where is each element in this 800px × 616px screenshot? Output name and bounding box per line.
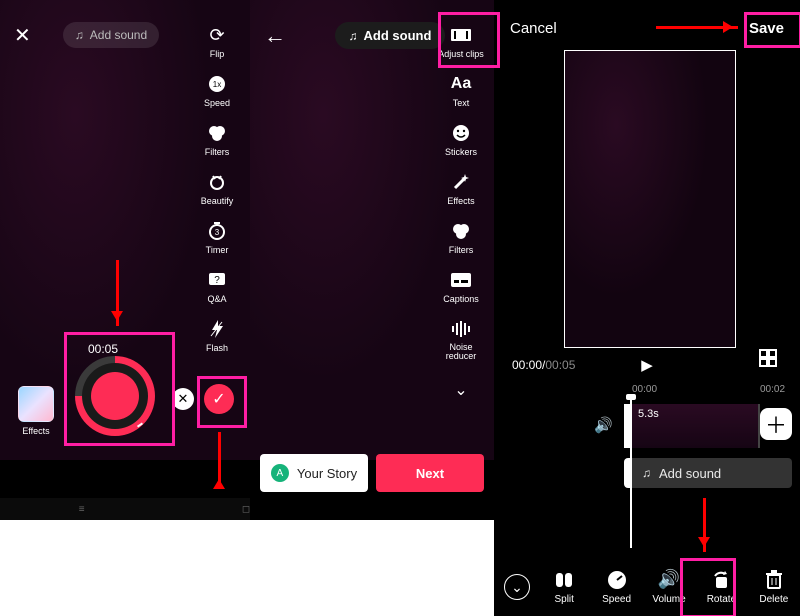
captions-tool[interactable]: Captions [443, 269, 479, 304]
flip-icon: ⟳ [206, 24, 228, 46]
editor-toolbar: ⌄ Split Speed 🔊Volume Rotate Delete [494, 558, 800, 616]
nav-home-icon[interactable]: ◻ [242, 504, 250, 515]
volume-icon[interactable]: 🔊 [594, 416, 613, 434]
stage: { "panel1": { "add_sound": "Add sound", … [0, 0, 800, 616]
svg-text:1x: 1x [213, 80, 221, 89]
add-sound-track[interactable]: ♫ Add sound [624, 458, 792, 488]
flip-tool[interactable]: ⟳Flip [206, 24, 228, 59]
qa-tool[interactable]: ?Q&A [206, 269, 228, 304]
annotation-arrow-to-rotate [703, 498, 706, 552]
playback-time: 00:00/00:05 [512, 358, 575, 372]
play-icon[interactable]: ▶ [641, 356, 653, 374]
cancel-button[interactable]: Cancel [510, 20, 557, 37]
music-note-icon: ♫ [642, 466, 651, 480]
bottom-actions: A Your Story Next [250, 454, 494, 492]
speed-button[interactable]: Speed [590, 570, 642, 605]
editor-header: Cancel Save [494, 20, 800, 37]
noise-reducer-icon [450, 318, 472, 340]
svg-text:3: 3 [215, 228, 220, 237]
flash-icon [206, 318, 228, 340]
discard-clip-button[interactable]: ✕ [172, 388, 194, 410]
effects-thumbnail [18, 386, 54, 422]
add-sound-label: Add sound [90, 28, 147, 42]
collapse-toolbar-icon[interactable]: ⌄ [504, 574, 530, 600]
beautify-tool[interactable]: Beautify [201, 171, 234, 206]
beautify-icon [206, 171, 228, 193]
record-timer: 00:05 [88, 342, 118, 356]
speed-icon: 1x [206, 73, 228, 95]
postrecord-screen: ← ♫ Add sound Adjust clips AaText Sticke… [250, 0, 494, 520]
edit-tools-column: Adjust clips AaText Stickers Effects Fil… [436, 24, 486, 400]
editor-preview [564, 50, 736, 348]
volume-icon: 🔊 [658, 570, 680, 590]
rotate-icon [711, 570, 731, 590]
nav-recents-icon[interactable]: ≡ [79, 504, 85, 515]
save-button[interactable]: Save [749, 20, 784, 37]
stickers-tool[interactable]: Stickers [445, 122, 477, 157]
stickers-icon [450, 122, 472, 144]
adjust-clips-icon [450, 24, 472, 46]
filters-icon [450, 220, 472, 242]
chevron-down-icon[interactable]: ⌄ [454, 380, 467, 400]
delete-button[interactable]: Delete [748, 570, 800, 605]
adjust-clips-tool[interactable]: Adjust clips [438, 24, 484, 59]
filters-icon [206, 122, 228, 144]
next-button[interactable]: Next [376, 454, 484, 492]
filters-tool[interactable]: Filters [205, 122, 230, 157]
add-sound-label: Add sound [659, 466, 721, 481]
avatar: A [271, 464, 289, 482]
timeline-ruler: 00:00 00:02 [494, 384, 800, 398]
add-sound-pill[interactable]: ♫ Add sound [63, 22, 159, 48]
volume-button[interactable]: 🔊Volume [643, 570, 695, 605]
add-clip-button[interactable]: ＋ [760, 408, 792, 440]
adjust-clips-screen: Cancel Save 00:00/00:05 ▶ 00:00 00:02 🔊 … [494, 0, 800, 616]
effects-tool[interactable]: Effects [447, 171, 474, 206]
add-sound-button[interactable]: ♫ Add sound [335, 22, 446, 49]
annotation-arrow-to-save [656, 26, 738, 29]
split-button[interactable]: Split [538, 570, 590, 605]
text-icon: Aa [450, 73, 472, 95]
text-tool[interactable]: AaText [450, 73, 472, 108]
your-story-button[interactable]: A Your Story [260, 454, 368, 492]
video-track[interactable]: 🔊 5.3s ＋ [494, 404, 800, 448]
timer-icon: 3 [206, 220, 228, 242]
record-button[interactable] [75, 356, 155, 436]
music-note-icon: ♫ [349, 29, 358, 43]
close-icon[interactable]: ✕ [14, 23, 31, 48]
record-dot [91, 372, 139, 420]
flash-tool[interactable]: Flash [206, 318, 228, 353]
music-note-icon: ♫ [75, 28, 84, 42]
fullscreen-icon[interactable] [768, 358, 782, 372]
captions-icon [450, 269, 472, 291]
confirm-clip-button[interactable]: ✓ [204, 384, 234, 414]
clip-duration: 5.3s [638, 408, 659, 420]
speed-tool[interactable]: 1xSpeed [204, 73, 230, 108]
filters-tool[interactable]: Filters [449, 220, 474, 255]
video-clip[interactable]: 5.3s [624, 404, 760, 448]
noise-reducer-tool[interactable]: Noise reducer [446, 318, 477, 362]
svg-text:?: ? [214, 275, 220, 286]
split-icon [554, 570, 574, 590]
trash-icon [765, 570, 783, 590]
speed-icon [607, 570, 627, 590]
back-arrow-icon[interactable]: ← [264, 23, 286, 49]
effects-label: Effects [22, 426, 49, 436]
effects-button[interactable]: Effects [18, 386, 54, 436]
add-sound-label: Add sound [364, 28, 432, 43]
annotation-arrow-to-confirm [218, 432, 221, 488]
rotate-button[interactable]: Rotate [695, 570, 747, 605]
camera-tools-column: ⟳Flip 1xSpeed Filters Beautify 3Timer ?Q… [192, 24, 242, 353]
your-story-label: Your Story [297, 466, 357, 481]
playback-line: 00:00/00:05 ▶ [494, 358, 800, 372]
effects-icon [450, 171, 472, 193]
annotation-arrow-to-record [116, 260, 119, 326]
timer-tool[interactable]: 3Timer [206, 220, 229, 255]
qa-icon: ? [206, 269, 228, 291]
